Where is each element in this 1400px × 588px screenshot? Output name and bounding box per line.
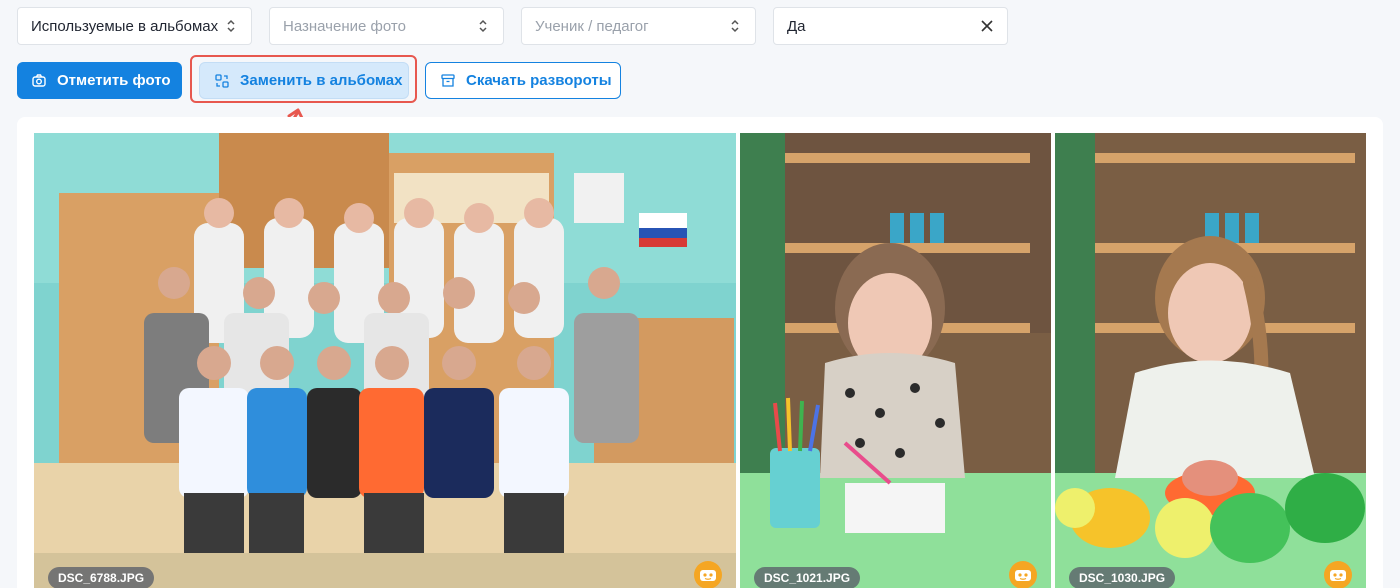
photo-card[interactable]: DSC_1030.JPG	[1055, 133, 1366, 588]
close-icon[interactable]	[980, 19, 994, 33]
mark-photo-button[interactable]: Отметить фото	[17, 62, 182, 99]
usage-filter-select[interactable]: Используемые в альбомах	[17, 7, 252, 45]
photo-gallery: DSC_6788.JPG DSC_1021.JPG DSC_1030.JPG	[17, 117, 1383, 588]
group-photo-image	[34, 133, 736, 588]
student-teacher-filter-select[interactable]: Ученик / педагог	[521, 7, 756, 45]
photo-card[interactable]: DSC_1021.JPG	[740, 133, 1051, 588]
photo-filename: DSC_1030.JPG	[1069, 567, 1176, 588]
chevrons-updown-icon	[728, 19, 742, 33]
photo-card[interactable]: DSC_6788.JPG	[34, 133, 736, 588]
camera-tag-icon	[31, 73, 47, 89]
archive-icon	[440, 73, 456, 89]
yes-filter-select[interactable]: Да	[773, 7, 1008, 45]
photo-filename: DSC_6788.JPG	[48, 567, 155, 588]
photo-filename: DSC_1021.JPG	[754, 567, 861, 588]
girl-playdough-photo-image	[1055, 133, 1366, 588]
replace-icon	[214, 73, 230, 89]
girl-drawing-photo-image	[740, 133, 1051, 588]
student-teacher-filter-placeholder: Ученик / педагог	[535, 17, 649, 35]
replace-in-albums-label: Заменить в альбомах	[240, 72, 403, 89]
face-icon[interactable]	[694, 561, 722, 588]
yes-filter-value: Да	[787, 17, 806, 35]
usage-filter-value: Используемые в альбомах	[31, 17, 219, 35]
purpose-filter-select[interactable]: Назначение фото	[269, 7, 504, 45]
face-icon[interactable]	[1324, 561, 1352, 588]
download-spreads-label: Скачать развороты	[466, 72, 612, 89]
face-icon[interactable]	[1009, 561, 1037, 588]
purpose-filter-placeholder: Назначение фото	[283, 17, 406, 35]
download-spreads-button[interactable]: Скачать развороты	[425, 62, 621, 99]
mark-photo-label: Отметить фото	[57, 72, 171, 89]
chevrons-updown-icon	[476, 19, 490, 33]
chevrons-updown-icon	[224, 19, 238, 33]
replace-in-albums-button[interactable]: Заменить в альбомах	[199, 62, 409, 99]
